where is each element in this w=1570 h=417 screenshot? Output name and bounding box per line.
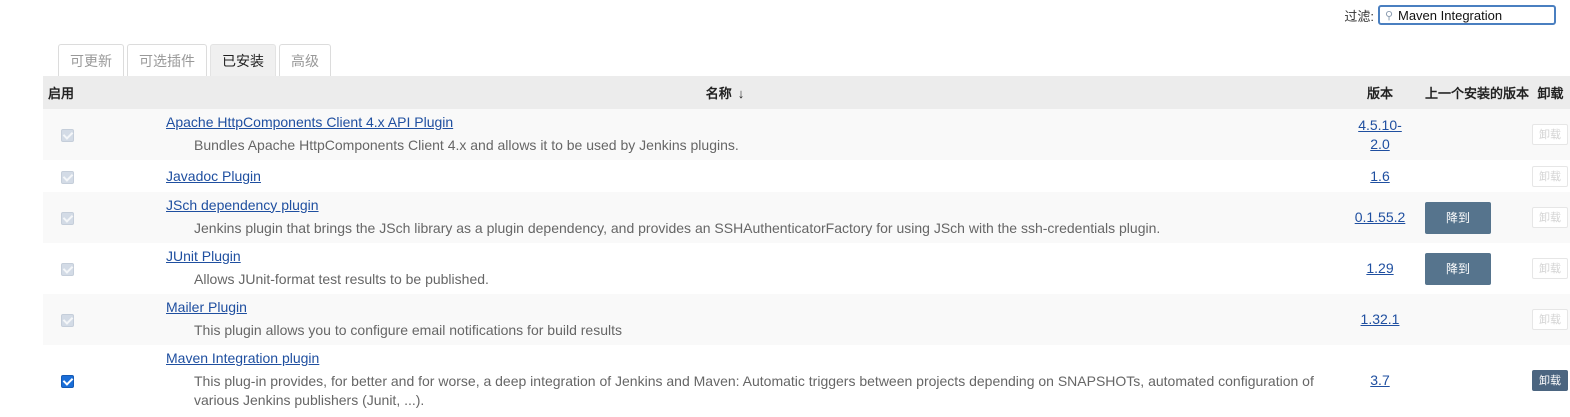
name-cell: Javadoc Plugin	[113, 160, 1337, 192]
uninstall-button[interactable]: 卸载	[1532, 165, 1568, 187]
plugin-name-link[interactable]: JUnit Plugin	[166, 248, 241, 264]
uninstall-button[interactable]: 卸载	[1532, 258, 1568, 279]
tab-installed[interactable]: 已安装	[210, 44, 276, 76]
downgrade-button[interactable]: 降到	[1425, 252, 1491, 285]
header-name-label: 名称	[705, 86, 732, 101]
table-row: Mailer Plugin This plugin allows you to …	[43, 294, 1570, 345]
tab-bar: 可更新 可选插件 已安装 高级	[58, 44, 334, 76]
tab-available[interactable]: 可选插件	[127, 44, 207, 76]
version-cell: 3.7	[1337, 345, 1423, 415]
version-cell: 0.1.55.2	[1337, 192, 1423, 243]
previous-version-cell	[1423, 109, 1531, 160]
plugin-description: Allows JUnit-format test results to be p…	[194, 270, 489, 287]
filter-field[interactable]: ⚲	[1378, 5, 1556, 25]
sort-arrow-icon: ↓	[737, 86, 745, 101]
plugin-name-link[interactable]: JSch dependency plugin	[166, 197, 319, 213]
plugin-name-link[interactable]: Javadoc Plugin	[166, 168, 261, 184]
tab-advanced[interactable]: 高级	[279, 44, 331, 76]
enabled-checkbox[interactable]	[61, 129, 74, 143]
enabled-checkbox[interactable]	[61, 314, 74, 328]
version-cell: 1.6	[1337, 160, 1423, 192]
search-icon: ⚲	[1384, 9, 1394, 22]
table-row: Javadoc Plugin 1.6 卸载	[43, 160, 1570, 192]
version-cell: 1.29	[1337, 243, 1423, 294]
name-cell: Mailer Plugin This plugin allows you to …	[113, 294, 1337, 345]
uninstall-cell: 卸载	[1531, 192, 1570, 243]
header-previous-version[interactable]: 上一个安装的版本	[1423, 76, 1531, 109]
previous-version-cell	[1423, 294, 1531, 345]
plugin-description: This plug-in provides, for better and fo…	[194, 372, 1314, 408]
plugin-description: Jenkins plugin that brings the JSch libr…	[194, 219, 1161, 236]
plugin-name-link[interactable]: Mailer Plugin	[166, 299, 247, 315]
enable-cell	[43, 294, 113, 345]
version-link[interactable]: 1.6	[1370, 167, 1389, 186]
version-link[interactable]: 0.1.55.2	[1355, 208, 1406, 227]
plugins-table: 启用 名称 ↓ 版本 上一个安装的版本 卸载 Apache HttpCompone…	[43, 76, 1570, 415]
enable-cell	[43, 243, 113, 294]
version-link[interactable]: 3.7	[1370, 371, 1389, 390]
version-link[interactable]: 4.5.10-2.0	[1355, 116, 1405, 154]
name-cell: Apache HttpComponents Client 4.x API Plu…	[113, 109, 1337, 160]
uninstall-button[interactable]: 卸载	[1532, 369, 1568, 391]
table-row: JSch dependency plugin Jenkins plugin th…	[43, 192, 1570, 243]
header-name[interactable]: 名称 ↓	[113, 76, 1337, 109]
previous-version-cell	[1423, 160, 1531, 192]
enabled-checkbox[interactable]	[61, 374, 74, 388]
table-row: JUnit Plugin Allows JUnit-format test re…	[43, 243, 1570, 294]
plugin-description: This plugin allows you to configure emai…	[194, 321, 622, 338]
uninstall-cell: 卸载	[1531, 294, 1570, 345]
enabled-checkbox[interactable]	[61, 263, 74, 277]
table-header-row: 启用 名称 ↓ 版本 上一个安装的版本 卸载	[43, 76, 1570, 109]
enable-cell	[43, 109, 113, 160]
filter-input[interactable]	[1398, 7, 1548, 23]
name-cell: JUnit Plugin Allows JUnit-format test re…	[113, 243, 1337, 294]
uninstall-button[interactable]: 卸载	[1532, 309, 1568, 330]
filter-label: 过滤:	[1344, 8, 1374, 24]
header-version[interactable]: 版本	[1337, 76, 1423, 109]
table-row: Maven Integration plugin This plug-in pr…	[43, 345, 1570, 415]
uninstall-button[interactable]: 卸载	[1532, 124, 1568, 145]
table-row: Apache HttpComponents Client 4.x API Plu…	[43, 109, 1570, 160]
uninstall-cell: 卸载	[1531, 109, 1570, 160]
enable-cell	[43, 345, 113, 415]
filter-bar: 过滤: ⚲	[1344, 5, 1556, 25]
plugin-description: Bundles Apache HttpComponents Client 4.x…	[194, 136, 739, 153]
previous-version-cell: 降到	[1423, 192, 1531, 243]
uninstall-button[interactable]: 卸载	[1532, 207, 1568, 228]
version-cell: 4.5.10-2.0	[1337, 109, 1423, 160]
header-uninstall[interactable]: 卸载	[1531, 76, 1570, 109]
previous-version-cell	[1423, 345, 1531, 415]
name-cell: JSch dependency plugin Jenkins plugin th…	[113, 192, 1337, 243]
version-link[interactable]: 1.32.1	[1361, 310, 1400, 329]
uninstall-cell: 卸载	[1531, 160, 1570, 192]
plugin-name-link[interactable]: Maven Integration plugin	[166, 350, 319, 366]
previous-version-cell: 降到	[1423, 243, 1531, 294]
enable-cell	[43, 192, 113, 243]
version-link[interactable]: 1.29	[1366, 259, 1393, 278]
tab-updates[interactable]: 可更新	[58, 44, 124, 76]
downgrade-button[interactable]: 降到	[1425, 201, 1491, 234]
name-cell: Maven Integration plugin This plug-in pr…	[113, 345, 1337, 415]
header-enabled[interactable]: 启用	[43, 76, 113, 109]
version-cell: 1.32.1	[1337, 294, 1423, 345]
uninstall-cell: 卸载	[1531, 345, 1570, 415]
enable-cell	[43, 160, 113, 192]
plugin-name-link[interactable]: Apache HttpComponents Client 4.x API Plu…	[166, 114, 453, 130]
enabled-checkbox[interactable]	[61, 212, 74, 226]
uninstall-cell: 卸载	[1531, 243, 1570, 294]
enabled-checkbox[interactable]	[61, 170, 74, 184]
